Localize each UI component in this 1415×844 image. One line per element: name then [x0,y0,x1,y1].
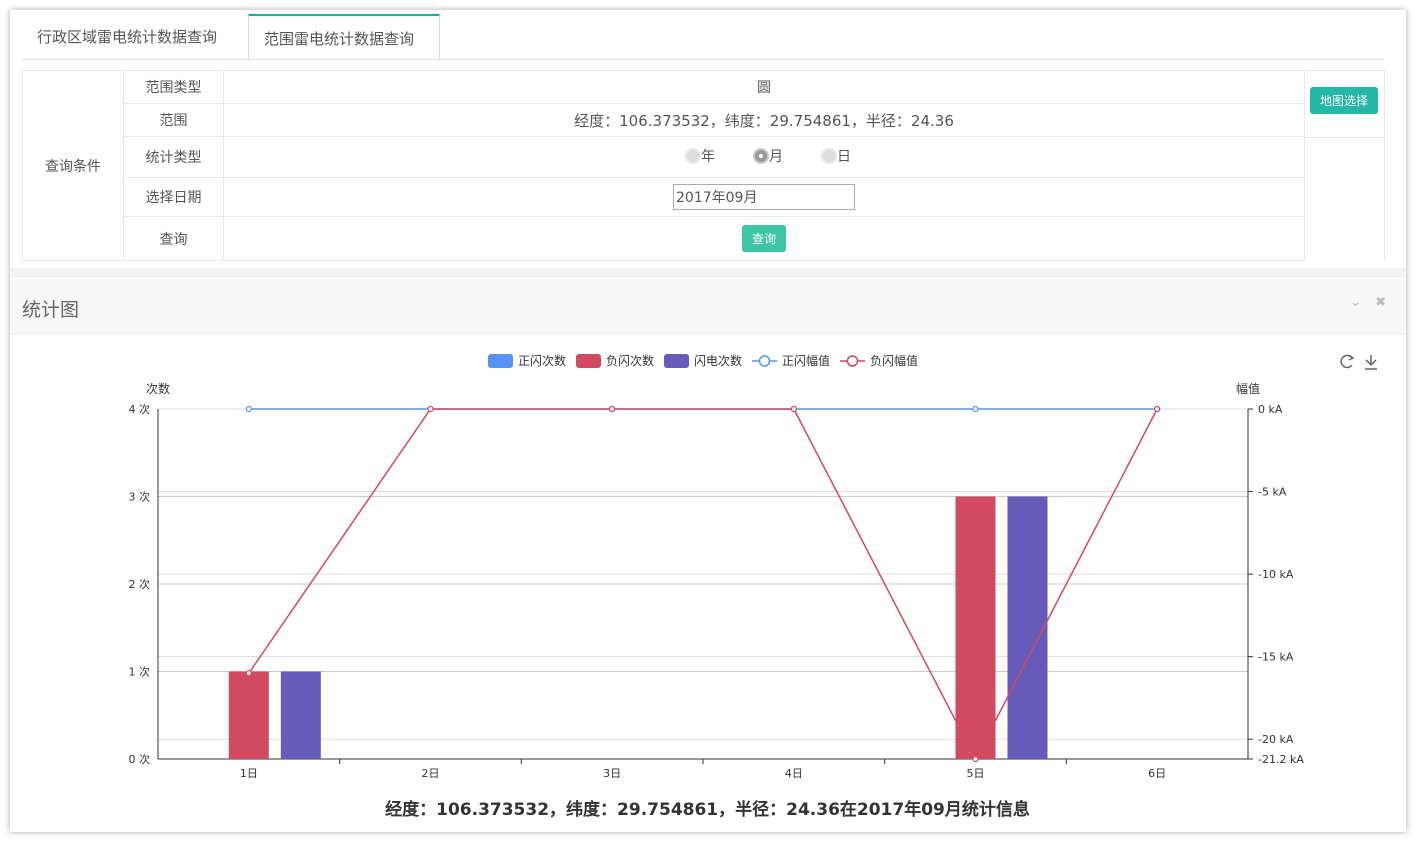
x-tick-label: 1日 [240,767,258,780]
date-label: 选择日期 [123,177,224,217]
query-button[interactable]: 查询 [742,225,786,252]
right-tick-label: 0 kA [1258,403,1283,416]
panel-tools: ⌄ ✖ [1340,295,1386,310]
radio-year-dot [685,148,701,164]
x-tick-label: 2日 [422,767,440,780]
point-负闪幅值 [790,405,797,413]
right-tick-label: -21.2 kA [1258,753,1304,766]
radio-year[interactable]: 年 [685,146,715,166]
x-tick-label: 6日 [1148,767,1166,780]
legend-swatch [664,354,689,368]
section-separator [10,268,1406,278]
side-column [1304,136,1385,260]
stat-type-label: 统计类型 [123,136,224,178]
refresh-icon[interactable] [1340,354,1355,369]
left-tick-label: 2 次 [129,577,151,591]
stat-type-options: 年 月 日 [223,136,1305,178]
range-type-value: 圆 [223,70,1305,104]
radio-year-label: 年 [701,149,715,165]
download-icon[interactable] [1365,355,1377,370]
radio-day[interactable]: 日 [821,146,851,166]
right-tick-label: -10 kA [1258,568,1294,581]
date-cell [223,177,1305,217]
radio-month[interactable]: 月 [753,146,783,166]
left-axis-title: 次数 [146,381,170,396]
legend-label: 正闪幅值 [782,353,830,368]
chart-panel-header: 统计图 ⌄ ✖ [10,279,1406,334]
left-tick-label: 4 次 [129,402,151,416]
radio-month-label: 月 [769,149,783,165]
statistics-chart: 0 次 1 次 2 次 3 次 4 次 0 kA -5 kA -10 kA -15 kA -20 … [129,353,1377,780]
x-tick-label: 3日 [603,767,621,780]
chart-caption: 经度：106.373532，纬度：29.754861，半径：24.36在2017… [385,800,1030,820]
right-tick-label: -15 kA [1258,651,1294,664]
legend-swatch [576,354,601,368]
point-正闪幅值 [245,405,252,413]
point-负闪幅值 [1154,405,1161,413]
x-tick-label: 5日 [967,767,985,780]
point-负闪幅值 [427,405,434,413]
tab-range-query[interactable]: 范围雷电统计数据查询 [248,14,440,61]
map-select-button[interactable]: 地图选择 [1310,87,1378,114]
bar-闪电次数 [280,671,321,759]
query-form-table: 查询条件 范围类型 圆 范围 经度：106.373532，纬度：29.75486… [22,70,1305,261]
point-负闪幅值 [245,670,252,677]
point-负闪幅值 [972,755,979,763]
left-tick-label: 0 次 [129,752,151,766]
right-tick-label: -5 kA [1258,486,1287,499]
range-type-label: 范围类型 [123,70,224,104]
point-正闪幅值 [972,405,979,413]
legend-label: 负闪次数 [606,353,654,368]
left-tick-label: 1 次 [129,665,151,679]
range-value: 经度：106.373532，纬度：29.754861，半径：24.36 [223,103,1305,137]
bar-负闪次数 [228,671,269,759]
legend-label: 正闪次数 [518,353,566,368]
right-tick-label: -20 kA [1258,733,1294,746]
radio-day-dot [821,148,837,164]
x-tick-label: 4日 [785,767,803,780]
tab-admin-region-query[interactable]: 行政区域雷电统计数据查询 [22,14,244,58]
bar-负闪次数 [955,496,996,759]
point-负闪幅值 [609,405,616,413]
submit-label: 查询 [123,216,224,261]
legend-label: 闪电次数 [694,353,742,368]
bar-闪电次数 [1007,496,1048,759]
close-icon[interactable]: ✖ [1375,295,1386,310]
panel-title: 统计图 [22,299,80,321]
left-tick-label: 3 次 [129,490,151,504]
radio-month-dot [753,148,769,164]
date-input[interactable] [673,184,855,210]
legend-label: 负闪幅值 [870,353,918,368]
legend-swatch-point [758,355,771,367]
legend-swatch [488,354,513,368]
range-label: 范围 [123,103,224,137]
legend-swatch-point [846,355,859,367]
right-axis-title: 幅值 [1236,381,1260,396]
tab-underline [22,59,1384,60]
radio-day-label: 日 [837,149,851,165]
query-condition-label: 查询条件 [22,70,124,261]
chevron-down-icon[interactable]: ⌄ [1350,295,1361,310]
submit-cell: 查询 [223,216,1305,261]
